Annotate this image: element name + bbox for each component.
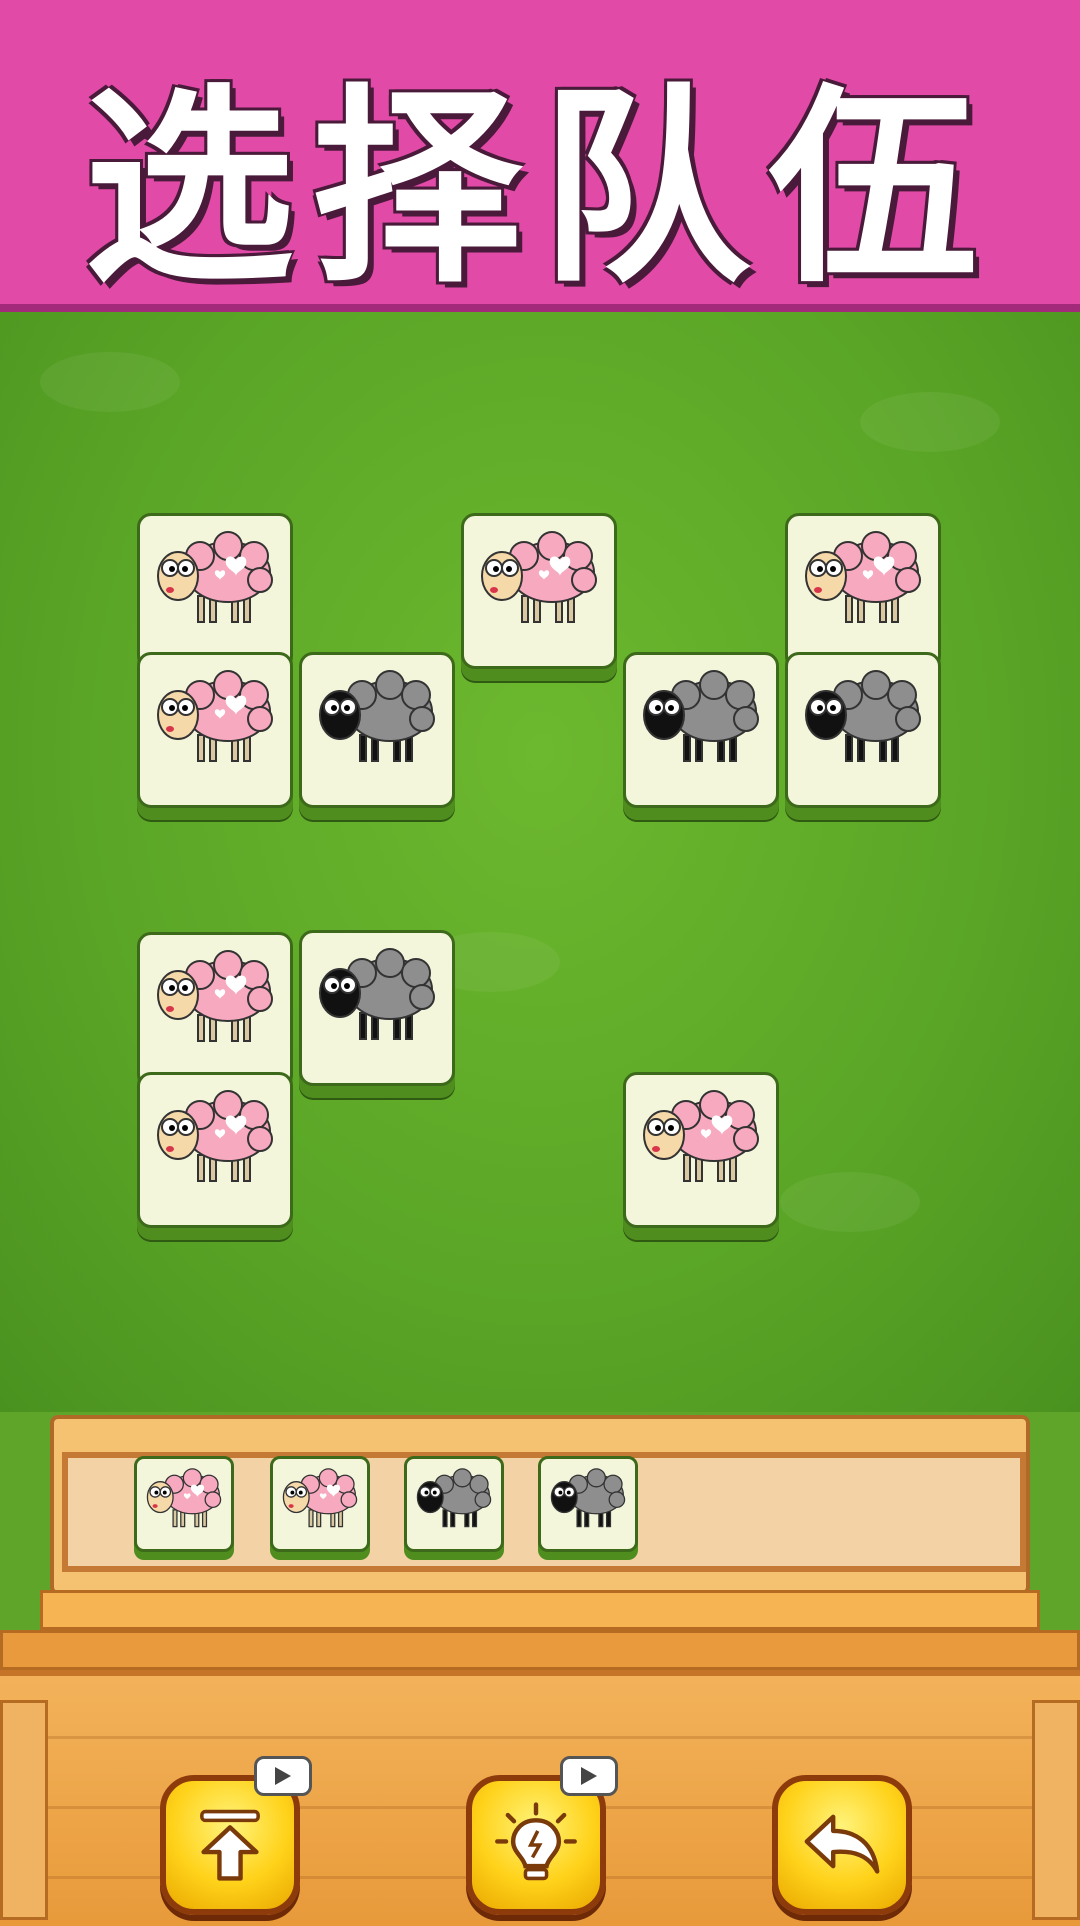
undo-button[interactable]: [772, 1775, 912, 1915]
pink-sheep-tile[interactable]: [137, 1072, 293, 1228]
pink-sheep-icon: [481, 531, 597, 623]
gray-sheep-tile[interactable]: [785, 652, 941, 808]
pink-sheep-icon: [146, 1468, 222, 1528]
gray-sheep-tile[interactable]: [299, 652, 455, 808]
gray-sheep-icon: [319, 948, 435, 1040]
pink-sheep-icon: [157, 1090, 273, 1182]
pink-sheep-icon: [282, 1468, 358, 1528]
pink-sheep-tile[interactable]: [137, 513, 293, 669]
gray-sheep-icon: [319, 670, 435, 762]
title-banner: 选择队伍: [0, 0, 1080, 312]
hint-button[interactable]: [466, 1775, 606, 1915]
move-up-button[interactable]: [160, 1775, 300, 1915]
video-ad-icon: [560, 1756, 618, 1796]
grass-patch: [40, 352, 180, 412]
gray-sheep-icon: [550, 1468, 626, 1528]
shelf-bottom: [0, 1630, 1080, 1670]
pink-sheep-icon: [643, 1090, 759, 1182]
tray-pink-sheep-tile: [270, 1456, 370, 1552]
pink-sheep-tile[interactable]: [137, 652, 293, 808]
grass-patch: [860, 392, 1000, 452]
play-field: [0, 312, 1080, 1412]
shelf-top: [40, 1590, 1040, 1630]
undo-arrow-icon: [804, 1814, 880, 1874]
pink-sheep-tile[interactable]: [137, 932, 293, 1088]
pink-sheep-icon: [157, 950, 273, 1042]
cabinet-post-left: [0, 1700, 48, 1920]
gray-sheep-icon: [643, 670, 759, 762]
tray-gray-sheep-tile: [538, 1456, 638, 1552]
pink-sheep-icon: [805, 531, 921, 623]
pink-sheep-tile[interactable]: [785, 513, 941, 669]
page-title: 选择队伍: [83, 66, 996, 311]
tray-gray-sheep-tile: [404, 1456, 504, 1552]
pink-sheep-tile[interactable]: [623, 1072, 779, 1228]
pink-sheep-icon: [157, 670, 273, 762]
pink-sheep-icon: [157, 531, 273, 623]
cabinet-post-right: [1032, 1700, 1080, 1920]
arrow-up-icon: [200, 1809, 260, 1881]
video-ad-icon: [254, 1756, 312, 1796]
gray-sheep-tile[interactable]: [623, 652, 779, 808]
gray-sheep-icon: [805, 670, 921, 762]
grass-patch: [780, 1172, 920, 1232]
tray-pink-sheep-tile: [134, 1456, 234, 1552]
gray-sheep-tile[interactable]: [299, 930, 455, 1086]
gray-sheep-icon: [416, 1468, 492, 1528]
lightbulb-icon: [495, 1802, 577, 1881]
pink-sheep-tile[interactable]: [461, 513, 617, 669]
